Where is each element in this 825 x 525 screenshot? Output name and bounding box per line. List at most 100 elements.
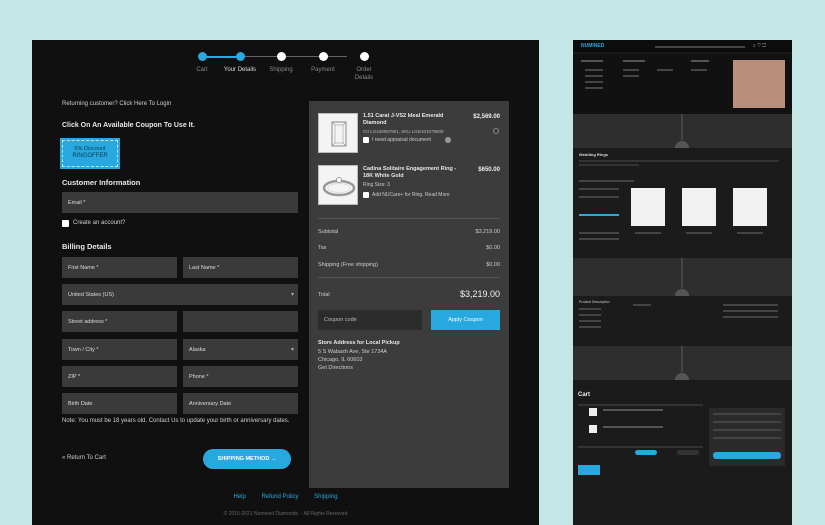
tax-row: Tax $0.00 [318,245,500,251]
street-field[interactable]: Street address * [62,311,177,332]
preview-section-title: Product Description [579,300,610,304]
preview-description: Product Description [573,296,792,346]
customer-info-heading: Customer Information [62,178,141,187]
pv-line [657,69,673,71]
shipping-method-button[interactable]: SHIPPING METHOD → [203,449,291,469]
preview-coupon [578,465,600,475]
preview-banner [573,346,792,380]
pickup-city: Chicago, IL 60603 [318,357,363,363]
country-select[interactable]: United States (US) [62,284,298,305]
create-account-label: Create an account? [73,220,126,226]
preview-ring-card [682,188,716,226]
preview-listing: Wedding Rings [573,148,792,258]
coupon-heading: Click On An Available Coupon To Use It. [62,122,195,129]
pv-line [713,437,781,439]
step-label: Your Details [223,67,257,73]
create-account-checkbox[interactable] [62,220,69,227]
preview-hands-photo [733,60,785,108]
site-preview: NUMINED ⌕ ♡ ☐ Wedding Rings Product Desc… [573,40,792,525]
get-directions-link[interactable]: Get Directions [318,365,353,371]
returning-customer-link[interactable]: Returning customer? Click Here To Login [62,101,171,107]
pv-line [579,180,634,182]
zip-field[interactable]: ZIP * [62,366,177,387]
preview-checkout-button [713,452,781,459]
phone-field[interactable]: Phone * [183,366,298,387]
divider [318,277,500,278]
email-field[interactable]: Email * [62,192,298,213]
appraisal-checkbox[interactable] [363,137,369,143]
age-note: Note: You must be 18 years old. Contact … [62,418,290,424]
last-name-field[interactable]: Last Name * [183,257,298,278]
step-your-details[interactable]: Your Details [218,50,262,74]
step-order-details[interactable]: Order Details [342,50,386,82]
pv-bulb [675,141,689,148]
coupon-ticket[interactable]: 5% Discount RINGOFFER [60,138,120,169]
nucare-label[interactable]: Add NUCare+ for Ring. Read More [372,192,450,198]
preview-item-thumb [589,425,597,433]
pv-line [623,75,639,77]
pv-slider [579,214,619,216]
pv-line [635,232,661,234]
pv-line [579,196,619,198]
preview-icons: ⌕ ♡ ☐ [753,43,767,49]
total-row: Total $3,219.00 [318,289,500,299]
item-sku: IGI LG446087901, SKU LGD101079809 [363,129,444,134]
pv-line [579,238,619,240]
coupon-code-input[interactable]: Coupon code [318,310,422,330]
pv-line [579,308,601,310]
pv-line [623,69,639,71]
emerald-diamond-icon [331,121,347,147]
pv-line [579,160,779,162]
step-dot [318,52,328,61]
pickup-address: 5 S Wabash Ave, Ste 1734A [318,349,388,355]
pv-line [691,69,707,71]
help-link[interactable]: Help [233,494,245,500]
pv-line [579,164,639,166]
anniversary-date-field[interactable]: Anniversary Date [183,393,298,414]
preview-button [635,450,657,455]
checkout-panel: Cart Your Details Shipping Payment Order… [32,40,539,525]
first-name-field[interactable]: First Name * [62,257,177,278]
item-size: Ring Size: 3 [363,182,390,188]
preview-cart-totals [709,408,785,466]
pv-line [623,60,645,62]
preview-banner [573,114,792,148]
item-title[interactable]: Cadina Solitaire Engagement Ring - 18K W… [363,166,463,180]
copyright: © 2010-2021 Numined Diamonds. - All Righ… [223,511,348,517]
street2-field[interactable] [183,311,298,332]
pv-line [603,409,663,411]
preview-cart-title: Cart [578,392,591,398]
remove-item-icon[interactable] [493,128,499,134]
step-label: Order Details [354,67,374,81]
pv-line [713,421,781,423]
town-field[interactable]: Town / City * [62,339,177,360]
coupon-discount: 5% Discount [74,146,106,152]
pv-line [585,87,603,89]
step-payment[interactable]: Payment [301,50,345,74]
apply-coupon-button[interactable]: Apply Coupon [431,310,500,330]
preview-menu [655,46,745,48]
pv-line [585,69,603,71]
pv-line [686,232,712,234]
preview-section-title: Wedding Rings [579,152,609,157]
appraisal-label: I need appraisal document [372,137,431,143]
refund-policy-link[interactable]: Refund Policy [261,494,298,500]
footer-links: Help Refund Policy Shipping [32,494,539,500]
pv-lamp [681,258,683,288]
pv-line [579,326,601,328]
birth-date-field[interactable]: Birth Date [62,393,177,414]
preview-megamenu [573,54,792,114]
shipping-link[interactable]: Shipping [314,494,337,500]
item-title[interactable]: 1.51 Carat J-VS2 Ideal Emerald Diamond [363,113,458,127]
ring-icon [322,177,356,197]
tax-value: $0.00 [486,245,500,251]
pv-line [737,232,763,234]
state-select[interactable]: Alaska [183,339,298,360]
step-shipping[interactable]: Shipping [259,50,303,74]
return-to-cart-link[interactable]: « Return To Cart [62,455,106,461]
nucare-checkbox[interactable] [363,192,369,198]
preview-button [677,450,699,455]
order-summary: 1.51 Carat J-VS2 Ideal Emerald Diamond I… [309,101,509,488]
info-icon[interactable] [445,137,451,143]
step-dot [197,52,207,61]
